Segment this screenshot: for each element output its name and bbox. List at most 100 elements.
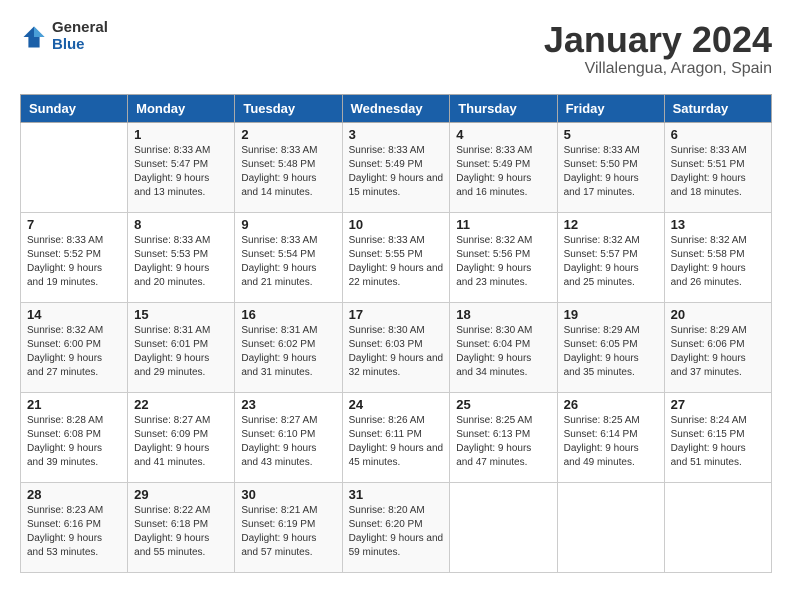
day-number: 17 — [349, 307, 444, 322]
day-number: 30 — [241, 487, 335, 502]
day-info: Sunrise: 8:26 AM Sunset: 6:11 PM Dayligh… — [349, 414, 444, 470]
calendar-cell — [557, 482, 664, 572]
logo: General Blue — [20, 20, 108, 53]
calendar-cell: 18Sunrise: 8:30 AM Sunset: 6:04 PM Dayli… — [450, 302, 557, 392]
day-number: 11 — [456, 217, 550, 232]
calendar-subtitle: Villalengua, Aragon, Spain — [544, 60, 772, 78]
day-number: 4 — [456, 127, 550, 142]
calendar-cell: 26 Sunrise: 8:25 AM Sunset: 6:14 PM Dayli… — [557, 392, 664, 482]
calendar-week-1: 1 Sunrise: 8:33 AM Sunset: 5:47 PM Daylig… — [21, 122, 772, 212]
day-number: 5 — [564, 127, 658, 142]
day-info: Sunrise: 8:33 AM Sunset: 5:51 PM Dayligh… — [671, 144, 765, 200]
day-info: Sunrise: 8:30 AM Sunset: 6:03 PM Dayligh… — [349, 324, 444, 380]
day-number: 3 — [349, 127, 444, 142]
day-number: 1 — [134, 127, 228, 142]
day-number: 24 — [349, 397, 444, 412]
calendar-cell: 20 Sunrise: 8:29 AM Sunset: 6:06 PM Dayli… — [664, 302, 771, 392]
calendar-cell: 19Sunrise: 8:29 AM Sunset: 6:05 PM Dayli… — [557, 302, 664, 392]
day-info: Sunrise: 8:20 AM Sunset: 6:20 PM Dayligh… — [349, 504, 444, 560]
day-number: 15 — [134, 307, 228, 322]
calendar-cell: 5 Sunrise: 8:33 AM Sunset: 5:50 PM Daylig… — [557, 122, 664, 212]
calendar-week-4: 21Sunrise: 8:28 AM Sunset: 6:08 PM Dayli… — [21, 392, 772, 482]
day-info: Sunrise: 8:24 AM Sunset: 6:15 PM Dayligh… — [671, 414, 765, 470]
calendar-cell: 4 Sunrise: 8:33 AM Sunset: 5:49 PM Daylig… — [450, 122, 557, 212]
day-number: 26 — [564, 397, 658, 412]
header-thursday: Thursday — [450, 94, 557, 122]
day-info: Sunrise: 8:32 AM Sunset: 5:56 PM Dayligh… — [456, 234, 550, 290]
day-number: 18 — [456, 307, 550, 322]
day-info: Sunrise: 8:32 AM Sunset: 5:57 PM Dayligh… — [564, 234, 658, 290]
calendar-cell: 28Sunrise: 8:23 AM Sunset: 6:16 PM Dayli… — [21, 482, 128, 572]
calendar-cell: 12Sunrise: 8:32 AM Sunset: 5:57 PM Dayli… — [557, 212, 664, 302]
day-number: 8 — [134, 217, 228, 232]
calendar-cell: 10 Sunrise: 8:33 AM Sunset: 5:55 PM Dayli… — [342, 212, 450, 302]
calendar-title: January 2024 — [544, 20, 772, 60]
day-info: Sunrise: 8:32 AM Sunset: 5:58 PM Dayligh… — [671, 234, 765, 290]
calendar-cell: 13 Sunrise: 8:32 AM Sunset: 5:58 PM Dayli… — [664, 212, 771, 302]
logo-general: General — [52, 20, 108, 37]
logo-icon — [20, 23, 48, 51]
day-number: 13 — [671, 217, 765, 232]
header-monday: Monday — [128, 94, 235, 122]
calendar-cell: 17 Sunrise: 8:30 AM Sunset: 6:03 PM Dayli… — [342, 302, 450, 392]
calendar-cell: 31Sunrise: 8:20 AM Sunset: 6:20 PM Dayli… — [342, 482, 450, 572]
day-number: 29 — [134, 487, 228, 502]
day-number: 19 — [564, 307, 658, 322]
calendar-week-2: 7 Sunrise: 8:33 AM Sunset: 5:52 PM Daylig… — [21, 212, 772, 302]
day-info: Sunrise: 8:31 AM Sunset: 6:02 PM Dayligh… — [241, 324, 335, 380]
day-info: Sunrise: 8:33 AM Sunset: 5:49 PM Dayligh… — [456, 144, 550, 200]
day-number: 9 — [241, 217, 335, 232]
header-sunday: Sunday — [21, 94, 128, 122]
day-info: Sunrise: 8:25 AM Sunset: 6:13 PM Dayligh… — [456, 414, 550, 470]
header-friday: Friday — [557, 94, 664, 122]
day-info: Sunrise: 8:33 AM Sunset: 5:50 PM Dayligh… — [564, 144, 658, 200]
day-number: 6 — [671, 127, 765, 142]
calendar-cell: 3Sunrise: 8:33 AM Sunset: 5:49 PM Daylig… — [342, 122, 450, 212]
day-number: 20 — [671, 307, 765, 322]
calendar-cell: 14 Sunrise: 8:32 AM Sunset: 6:00 PM Dayli… — [21, 302, 128, 392]
calendar-table: SundayMondayTuesdayWednesdayThursdayFrid… — [20, 94, 772, 573]
calendar-cell — [664, 482, 771, 572]
day-info: Sunrise: 8:29 AM Sunset: 6:06 PM Dayligh… — [671, 324, 765, 380]
day-info: Sunrise: 8:21 AM Sunset: 6:19 PM Dayligh… — [241, 504, 335, 560]
day-info: Sunrise: 8:33 AM Sunset: 5:54 PM Dayligh… — [241, 234, 335, 290]
calendar-cell: 8Sunrise: 8:33 AM Sunset: 5:53 PM Daylig… — [128, 212, 235, 302]
day-number: 28 — [27, 487, 121, 502]
day-info: Sunrise: 8:27 AM Sunset: 6:10 PM Dayligh… — [241, 414, 335, 470]
calendar-header-row: SundayMondayTuesdayWednesdayThursdayFrid… — [21, 94, 772, 122]
day-info: Sunrise: 8:22 AM Sunset: 6:18 PM Dayligh… — [134, 504, 228, 560]
calendar-cell: 1 Sunrise: 8:33 AM Sunset: 5:47 PM Daylig… — [128, 122, 235, 212]
day-number: 25 — [456, 397, 550, 412]
calendar-cell: 27 Sunrise: 8:24 AM Sunset: 6:15 PM Dayli… — [664, 392, 771, 482]
calendar-cell: 7 Sunrise: 8:33 AM Sunset: 5:52 PM Daylig… — [21, 212, 128, 302]
calendar-cell: 15 Sunrise: 8:31 AM Sunset: 6:01 PM Dayli… — [128, 302, 235, 392]
calendar-cell: 6 Sunrise: 8:33 AM Sunset: 5:51 PM Daylig… — [664, 122, 771, 212]
day-info: Sunrise: 8:25 AM Sunset: 6:14 PM Dayligh… — [564, 414, 658, 470]
header-tuesday: Tuesday — [235, 94, 342, 122]
day-number: 10 — [349, 217, 444, 232]
calendar-cell: 23Sunrise: 8:27 AM Sunset: 6:10 PM Dayli… — [235, 392, 342, 482]
header-saturday: Saturday — [664, 94, 771, 122]
day-info: Sunrise: 8:27 AM Sunset: 6:09 PM Dayligh… — [134, 414, 228, 470]
day-number: 14 — [27, 307, 121, 322]
header-wednesday: Wednesday — [342, 94, 450, 122]
day-info: Sunrise: 8:33 AM Sunset: 5:55 PM Dayligh… — [349, 234, 444, 290]
logo-blue: Blue — [52, 37, 108, 54]
title-area: January 2024 Villalengua, Aragon, Spain — [544, 20, 772, 78]
day-info: Sunrise: 8:28 AM Sunset: 6:08 PM Dayligh… — [27, 414, 121, 470]
day-info: Sunrise: 8:31 AM Sunset: 6:01 PM Dayligh… — [134, 324, 228, 380]
day-info: Sunrise: 8:33 AM Sunset: 5:52 PM Dayligh… — [27, 234, 121, 290]
day-info: Sunrise: 8:33 AM Sunset: 5:47 PM Dayligh… — [134, 144, 228, 200]
calendar-cell: 25 Sunrise: 8:25 AM Sunset: 6:13 PM Dayli… — [450, 392, 557, 482]
calendar-cell: 30 Sunrise: 8:21 AM Sunset: 6:19 PM Dayli… — [235, 482, 342, 572]
calendar-cell: 11 Sunrise: 8:32 AM Sunset: 5:56 PM Dayli… — [450, 212, 557, 302]
calendar-cell — [21, 122, 128, 212]
calendar-cell: 2Sunrise: 8:33 AM Sunset: 5:48 PM Daylig… — [235, 122, 342, 212]
calendar-week-5: 28Sunrise: 8:23 AM Sunset: 6:16 PM Dayli… — [21, 482, 772, 572]
day-number: 16 — [241, 307, 335, 322]
day-number: 7 — [27, 217, 121, 232]
calendar-cell: 22Sunrise: 8:27 AM Sunset: 6:09 PM Dayli… — [128, 392, 235, 482]
calendar-cell: 29 Sunrise: 8:22 AM Sunset: 6:18 PM Dayli… — [128, 482, 235, 572]
day-info: Sunrise: 8:32 AM Sunset: 6:00 PM Dayligh… — [27, 324, 121, 380]
day-number: 27 — [671, 397, 765, 412]
